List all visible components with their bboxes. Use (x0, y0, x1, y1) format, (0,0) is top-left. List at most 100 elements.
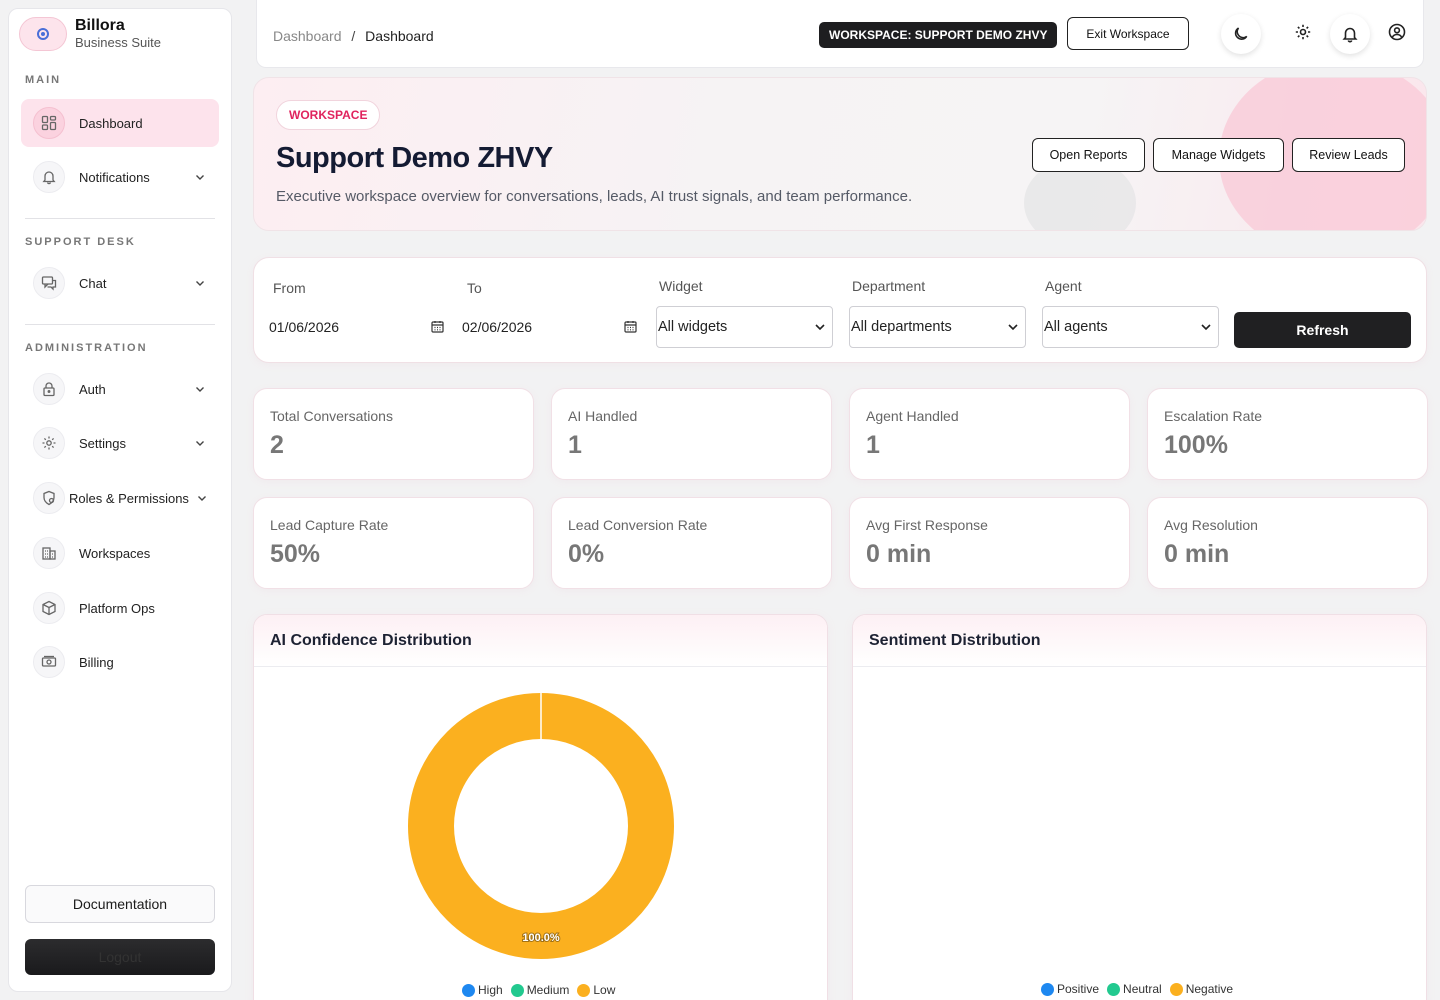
legend-swatch (510, 983, 524, 997)
chevron-down-icon (814, 321, 826, 337)
brand-name: Billora (75, 17, 125, 34)
sidebar-item-platform-ops[interactable]: Platform Ops (21, 584, 219, 632)
page-subtitle: Executive workspace overview for convers… (276, 188, 913, 205)
panel-title: AI Confidence Distribution (254, 615, 827, 667)
agent-label: Agent (1045, 278, 1082, 294)
refresh-button[interactable]: Refresh (1234, 312, 1411, 348)
cash-icon (33, 646, 65, 678)
department-select-value: All departments (851, 319, 952, 335)
legend-label: Neutral (1123, 982, 1162, 996)
logout-button[interactable]: Logout (25, 939, 215, 975)
user-circle-icon[interactable] (1377, 12, 1417, 52)
stat-card-lead-capture-rate: Lead Capture Rate 50% (253, 497, 534, 589)
chat-icon (33, 267, 65, 299)
sidebar-item-label: Billing (79, 654, 114, 670)
donut-data-label-low: 100.0% (522, 932, 560, 944)
exit-workspace-button[interactable]: Exit Workspace (1067, 17, 1189, 50)
department-label: Department (852, 278, 926, 294)
legend-label: Medium (526, 983, 570, 997)
sidebar-item-settings[interactable]: Settings (21, 419, 219, 467)
stat-card-escalation-rate: Escalation Rate 100% (1147, 388, 1428, 480)
stat-label: Escalation Rate (1164, 408, 1263, 424)
brand[interactable]: Billora Business Suite (19, 17, 161, 51)
gear-icon[interactable] (1283, 12, 1323, 52)
breadcrumb-current: Dashboard (365, 28, 434, 44)
review-leads-button[interactable]: Review Leads (1292, 138, 1405, 172)
legend-swatch (1041, 982, 1054, 996)
legend-item-medium[interactable]: Medium (510, 983, 570, 997)
sidebar-item-auth[interactable]: Auth (21, 365, 219, 413)
agent-select[interactable]: All agents (1042, 306, 1219, 348)
stat-label: Agent Handled (866, 408, 959, 424)
sidebar-item-label: Roles & Permissions (69, 490, 189, 506)
ai-confidence-legend: High Medium Low (462, 983, 623, 997)
sidebar-item-billing[interactable]: Billing (21, 638, 219, 686)
sidebar-item-label: Platform Ops (79, 600, 155, 616)
workspace-badge: WORKSPACE (276, 100, 381, 130)
stat-card-agent-handled: Agent Handled 1 (849, 388, 1130, 480)
ai-confidence-panel: AI Confidence Distribution 100.0% High M… (253, 614, 828, 1000)
workspace-pill: WORKSPACE: SUPPORT DEMO ZHVY (819, 22, 1058, 48)
page-title: Support Demo ZHVY (276, 142, 553, 174)
sentiment-panel: Sentiment Distribution Positive Neutral … (852, 614, 1427, 1000)
legend-swatch (462, 983, 475, 997)
documentation-button[interactable]: Documentation (25, 885, 215, 923)
sidebar-divider (25, 218, 215, 219)
stat-card-ai-handled: AI Handled 1 (551, 388, 832, 480)
ai-confidence-donut-chart: 100.0% (408, 693, 674, 959)
sidebar-item-workspaces[interactable]: Workspaces (21, 529, 219, 577)
stat-label: Lead Conversion Rate (568, 517, 708, 533)
chevron-down-icon (1007, 321, 1019, 337)
lock-icon (33, 373, 65, 405)
stat-card-avg-first-response: Avg First Response 0 min (849, 497, 1130, 589)
sidebar-item-dashboard[interactable]: Dashboard (21, 99, 219, 147)
sidebar-item-roles-permissions[interactable]: Roles & Permissions (21, 474, 219, 522)
stat-card-lead-conversion-rate: Lead Conversion Rate 0% (551, 497, 832, 589)
legend-item-high[interactable]: High (462, 983, 503, 997)
legend-item-negative[interactable]: Negative (1169, 982, 1233, 996)
cube-icon (33, 592, 65, 624)
legend-item-neutral[interactable]: Neutral (1107, 982, 1162, 996)
stat-label: Lead Capture Rate (270, 517, 389, 533)
legend-item-positive[interactable]: Positive (1041, 982, 1099, 996)
stat-label: Avg First Response (866, 517, 988, 533)
department-select[interactable]: All departments (849, 306, 1026, 348)
stat-value: 1 (866, 431, 880, 459)
chevron-down-icon (195, 382, 205, 397)
legend-swatch (1107, 982, 1121, 996)
sentiment-legend: Positive Neutral Negative (1041, 982, 1241, 996)
from-date-input[interactable]: 01/06/2026 (269, 316, 339, 338)
breadcrumb-root[interactable]: Dashboard (273, 28, 342, 44)
legend-label: Low (593, 983, 616, 997)
filter-bar: From 01/06/2026 To 02/06/2026 Widget All… (253, 257, 1427, 363)
stat-label: AI Handled (568, 408, 638, 424)
manage-widgets-button[interactable]: Manage Widgets (1153, 138, 1284, 172)
shield-user-icon (33, 482, 65, 514)
sidebar-item-notifications[interactable]: Notifications (21, 153, 219, 201)
moon-icon[interactable] (1221, 14, 1261, 54)
legend-item-low[interactable]: Low (577, 983, 615, 997)
donut-slice-low[interactable] (408, 693, 674, 959)
chevron-down-icon (195, 436, 205, 451)
stat-card-total-conversations: Total Conversations 2 (253, 388, 534, 480)
sidebar-item-label: Chat (79, 275, 107, 291)
calendar-icon[interactable] (431, 320, 444, 338)
bell-icon[interactable] (1330, 14, 1370, 54)
to-date-input[interactable]: 02/06/2026 (462, 316, 532, 338)
widget-select[interactable]: All widgets (656, 306, 833, 348)
sidebar-item-label: Workspaces (79, 545, 151, 561)
open-reports-button[interactable]: Open Reports (1032, 138, 1145, 172)
panel-title: Sentiment Distribution (853, 615, 1426, 667)
chevron-down-icon (1200, 321, 1212, 337)
sidebar-divider (25, 324, 215, 325)
stat-label: Total Conversations (270, 408, 393, 424)
breadcrumb-separator: / (351, 28, 356, 44)
widget-select-value: All widgets (658, 319, 728, 335)
sidebar-item-label: Dashboard (79, 115, 143, 131)
legend-label: High (478, 983, 503, 997)
stat-value: 1 (568, 431, 582, 459)
sidebar: Billora Business Suite MAIN Dashboard No… (8, 8, 232, 992)
calendar-icon[interactable] (624, 320, 637, 338)
sidebar-item-chat[interactable]: Chat (21, 259, 219, 307)
building-icon (33, 537, 65, 569)
